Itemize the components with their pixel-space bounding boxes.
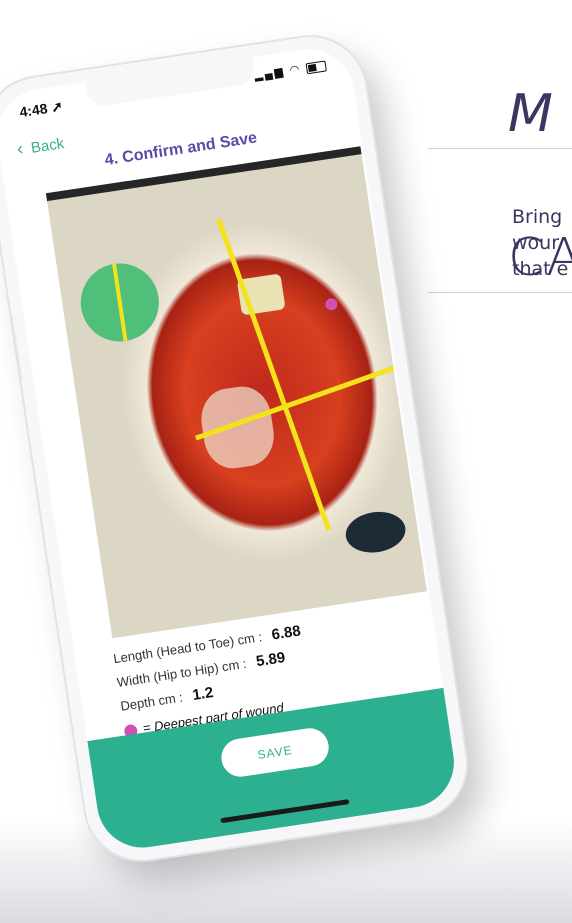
home-indicator: [220, 799, 350, 824]
status-icons: ▂▄▆ ◠: [253, 58, 327, 82]
chevron-left-icon: ‹: [15, 138, 25, 159]
wifi-icon: ◠: [288, 63, 303, 77]
signal-icon: ▂▄▆: [253, 65, 286, 83]
metric-value: 5.89: [254, 649, 287, 671]
wound-photo: [45, 146, 427, 639]
hero-copy-line: that e: [512, 258, 569, 280]
metric-value: 1.2: [191, 684, 215, 704]
divider-top: [428, 148, 572, 149]
wound-pale-region: [197, 382, 279, 473]
back-label: Back: [29, 135, 66, 157]
hero-copy-line: wour: [512, 232, 560, 254]
battery-icon: [305, 60, 327, 74]
sticker-line: [112, 263, 128, 342]
divider-bottom: [428, 292, 572, 293]
length-line[interactable]: [216, 218, 332, 531]
wound-dark-region: [342, 507, 409, 557]
deepest-point-marker[interactable]: [324, 297, 339, 312]
phone-mockup: 4:48 ➚ ▂▄▆ ◠ ‹ Back 4. Confirm and Save L…: [0, 29, 474, 868]
back-button[interactable]: ‹ Back: [16, 132, 66, 160]
reference-sticker: [75, 258, 165, 347]
hero-copy-line: Bring: [512, 206, 563, 228]
hero-copy: Bring wour that e: [512, 204, 572, 282]
phone-screen: 4:48 ➚ ▂▄▆ ◠ ‹ Back 4. Confirm and Save L…: [0, 43, 461, 854]
save-button[interactable]: SAVE: [218, 725, 332, 780]
status-time-text: 4:48: [18, 100, 49, 121]
phone-notch: [84, 57, 257, 108]
metric-value: 6.88: [270, 622, 302, 644]
status-time: 4:48 ➚: [18, 98, 64, 121]
location-arrow-icon: ➚: [49, 97, 64, 116]
phone-side-button: [4, 313, 23, 384]
hero-title-line1: M: [508, 84, 555, 144]
